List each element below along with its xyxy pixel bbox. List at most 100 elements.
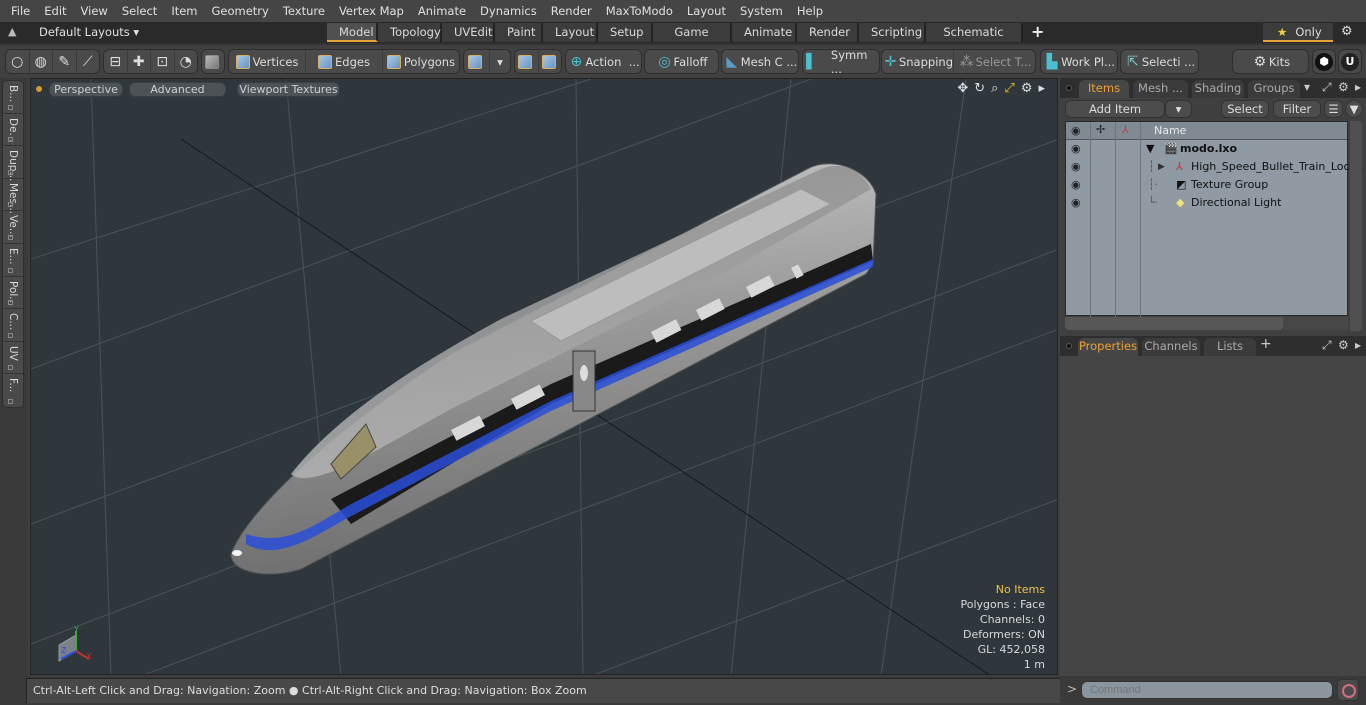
funnel-filter-button[interactable]: ▼ bbox=[1345, 100, 1363, 118]
vtab-edge[interactable]: E... bbox=[3, 244, 23, 277]
material-mode-button[interactable] bbox=[464, 50, 490, 73]
tree-row-train-locator[interactable]: ◉ ┆ ▶ ⅄ High_Speed_Bullet_Train_Loc ... bbox=[1066, 158, 1364, 176]
tab-channels[interactable]: Channels bbox=[1142, 338, 1200, 356]
menu-geometry[interactable]: Geometry bbox=[205, 0, 276, 22]
tab-shading[interactable]: Shading bbox=[1192, 80, 1244, 98]
tab-paint[interactable]: Paint bbox=[495, 23, 543, 42]
default-layouts-dropdown[interactable]: Default Layouts ▾ bbox=[39, 25, 139, 39]
circle-tool-button[interactable]: ○ bbox=[6, 50, 30, 73]
pan-move-icon[interactable]: ✥ bbox=[957, 81, 968, 96]
rotate-icon[interactable]: ↻ bbox=[974, 81, 985, 96]
selection-sets-button[interactable]: ⇱ Selecti ... bbox=[1121, 50, 1198, 73]
menu-maxtomodo[interactable]: MaxToModo bbox=[599, 0, 680, 22]
tabs-dropdown-icon[interactable]: ▾ bbox=[1304, 80, 1310, 94]
tab-schematic-fusion[interactable]: Schematic Fusion bbox=[926, 23, 1023, 57]
work-plane-button[interactable]: ▙ Work Pl... bbox=[1041, 50, 1117, 73]
uv-relax-button[interactable]: ◔ bbox=[175, 50, 198, 73]
select-button[interactable]: Select bbox=[1221, 100, 1269, 118]
menu-layout[interactable]: Layout bbox=[680, 0, 733, 22]
viewport-scene[interactable]: Y X Z bbox=[31, 79, 1058, 675]
panel-gear-icon[interactable]: ⚙ bbox=[1338, 338, 1349, 352]
tab-mesh[interactable]: Mesh ... bbox=[1133, 80, 1188, 98]
3d-viewport[interactable]: Y X Z Perspective Advanced Viewport Text… bbox=[30, 78, 1058, 675]
kits-button[interactable]: ⚙ Kits bbox=[1233, 50, 1308, 73]
item-mode-button[interactable] bbox=[202, 50, 224, 73]
visibility-eye-icon[interactable]: ◉ bbox=[1071, 194, 1081, 212]
menu-vertex-map[interactable]: Vertex Map bbox=[332, 0, 411, 22]
menu-help[interactable]: Help bbox=[790, 0, 830, 22]
element-move-button[interactable] bbox=[539, 50, 561, 73]
visibility-eye-icon[interactable]: ◉ bbox=[1071, 176, 1081, 194]
expand-arrow-icon[interactable]: ▸ bbox=[1038, 81, 1045, 96]
maximize-viewport-icon[interactable]: ⤢ bbox=[1004, 81, 1014, 96]
record-macro-button[interactable] bbox=[1337, 679, 1359, 701]
tree-horizontal-scrollbar[interactable] bbox=[1065, 317, 1283, 330]
menu-item[interactable]: Item bbox=[164, 0, 204, 22]
symmetry-button[interactable]: ▌ Symm ... bbox=[803, 48, 879, 76]
name-column-header[interactable]: Name bbox=[1154, 124, 1186, 137]
expand-panel-icon[interactable]: ⤢ bbox=[1322, 338, 1332, 353]
unreal-kit-button[interactable]: U bbox=[1339, 50, 1361, 73]
tab-game-tools[interactable]: Game Tools bbox=[653, 23, 732, 57]
expand-arrow-icon[interactable]: ▶ bbox=[1158, 158, 1165, 176]
bullet-train-model[interactable] bbox=[230, 163, 877, 575]
only-toggle[interactable]: ★ Only bbox=[1263, 23, 1333, 42]
mesh-constraint-button[interactable]: ◣ Mesh C ... bbox=[722, 50, 798, 73]
tab-model[interactable]: Model bbox=[327, 23, 378, 42]
tab-layout[interactable]: Layout bbox=[543, 23, 598, 42]
command-input[interactable] bbox=[1081, 681, 1333, 699]
tab-animate[interactable]: Animate bbox=[732, 23, 797, 42]
visibility-eye-icon[interactable]: ◉ bbox=[1071, 140, 1081, 158]
menu-edit[interactable]: Edit bbox=[37, 0, 73, 22]
tab-items[interactable]: Items bbox=[1079, 80, 1129, 98]
vtab-basic[interactable]: B... bbox=[3, 81, 23, 114]
type-column-axes-icon[interactable]: ⅄ bbox=[1122, 123, 1129, 136]
view-mode-button[interactable]: Perspective bbox=[49, 82, 123, 97]
edges-mode-button[interactable]: Edges bbox=[306, 50, 383, 73]
add-tab-button[interactable]: + bbox=[1023, 23, 1052, 42]
tree-row-texture-group[interactable]: ◉ ┆· ◩ Texture Group bbox=[1066, 176, 1349, 194]
vtab-polygon[interactable]: Pol... bbox=[3, 277, 23, 310]
vtab-curve[interactable]: C... bbox=[3, 309, 23, 342]
sphere-tool-button[interactable]: ◍ bbox=[30, 50, 53, 73]
menu-file[interactable]: File bbox=[4, 0, 37, 22]
zoom-magnifier-icon[interactable]: ⌕ bbox=[991, 81, 998, 96]
menu-dynamics[interactable]: Dynamics bbox=[473, 0, 544, 22]
vtab-deform[interactable]: De... bbox=[3, 114, 23, 147]
tab-topology[interactable]: Topology bbox=[378, 23, 442, 42]
material-mode-dropdown[interactable]: ▾ bbox=[490, 50, 510, 73]
panel-menu-dot[interactable] bbox=[1066, 343, 1072, 349]
menu-texture[interactable]: Texture bbox=[276, 0, 332, 22]
gear-icon[interactable]: ⚙ bbox=[1341, 24, 1353, 39]
transform-gizmo-button[interactable] bbox=[515, 50, 539, 73]
tree-vertical-scrollbar[interactable] bbox=[1350, 121, 1362, 331]
filter-button[interactable]: Filter bbox=[1273, 100, 1321, 118]
viewport-textures-button[interactable]: Viewport Textures bbox=[237, 82, 340, 97]
vtab-mesh-edit[interactable]: Mes... bbox=[3, 179, 23, 214]
viewport-menu-dot[interactable] bbox=[36, 86, 42, 92]
vtab-vertex[interactable]: Ve... bbox=[3, 211, 23, 244]
tab-setup[interactable]: Setup bbox=[598, 23, 653, 42]
tree-row-scene[interactable]: ◉ ▼ 🎬 modo.lxo bbox=[1066, 140, 1349, 158]
tab-render[interactable]: Render bbox=[797, 23, 859, 42]
tab-properties[interactable]: Properties bbox=[1078, 338, 1138, 356]
add-item-dropdown[interactable]: ▾ bbox=[1165, 100, 1192, 118]
add-item-button[interactable]: Add Item bbox=[1065, 100, 1165, 118]
visibility-eye-icon[interactable]: ◉ bbox=[1071, 158, 1081, 176]
viewport-gear-icon[interactable]: ⚙ bbox=[1021, 81, 1033, 96]
vertices-mode-button[interactable]: Vertices bbox=[229, 50, 306, 73]
falloff-button[interactable]: ◎ Falloff bbox=[645, 50, 718, 73]
vtab-fusion[interactable]: F... bbox=[3, 374, 23, 407]
uv-unwrap-button[interactable]: ✚ bbox=[128, 50, 151, 73]
menu-animate[interactable]: Animate bbox=[411, 0, 473, 22]
tab-uvedit[interactable]: UVEdit bbox=[442, 23, 495, 42]
uv-layout-button[interactable]: ⊟ bbox=[104, 50, 128, 73]
collapse-arrow-icon[interactable]: ▲ bbox=[8, 25, 16, 38]
polygons-mode-button[interactable]: Polygons bbox=[383, 50, 459, 73]
vtab-uv[interactable]: UV bbox=[3, 342, 23, 375]
list-options-button[interactable]: ☰ bbox=[1324, 100, 1343, 118]
visibility-column-eye-icon[interactable]: ◉ bbox=[1071, 124, 1081, 137]
tab-scripting[interactable]: Scripting bbox=[859, 23, 926, 42]
menu-render[interactable]: Render bbox=[544, 0, 599, 22]
panel-arrow-icon[interactable]: ▸ bbox=[1355, 80, 1361, 94]
